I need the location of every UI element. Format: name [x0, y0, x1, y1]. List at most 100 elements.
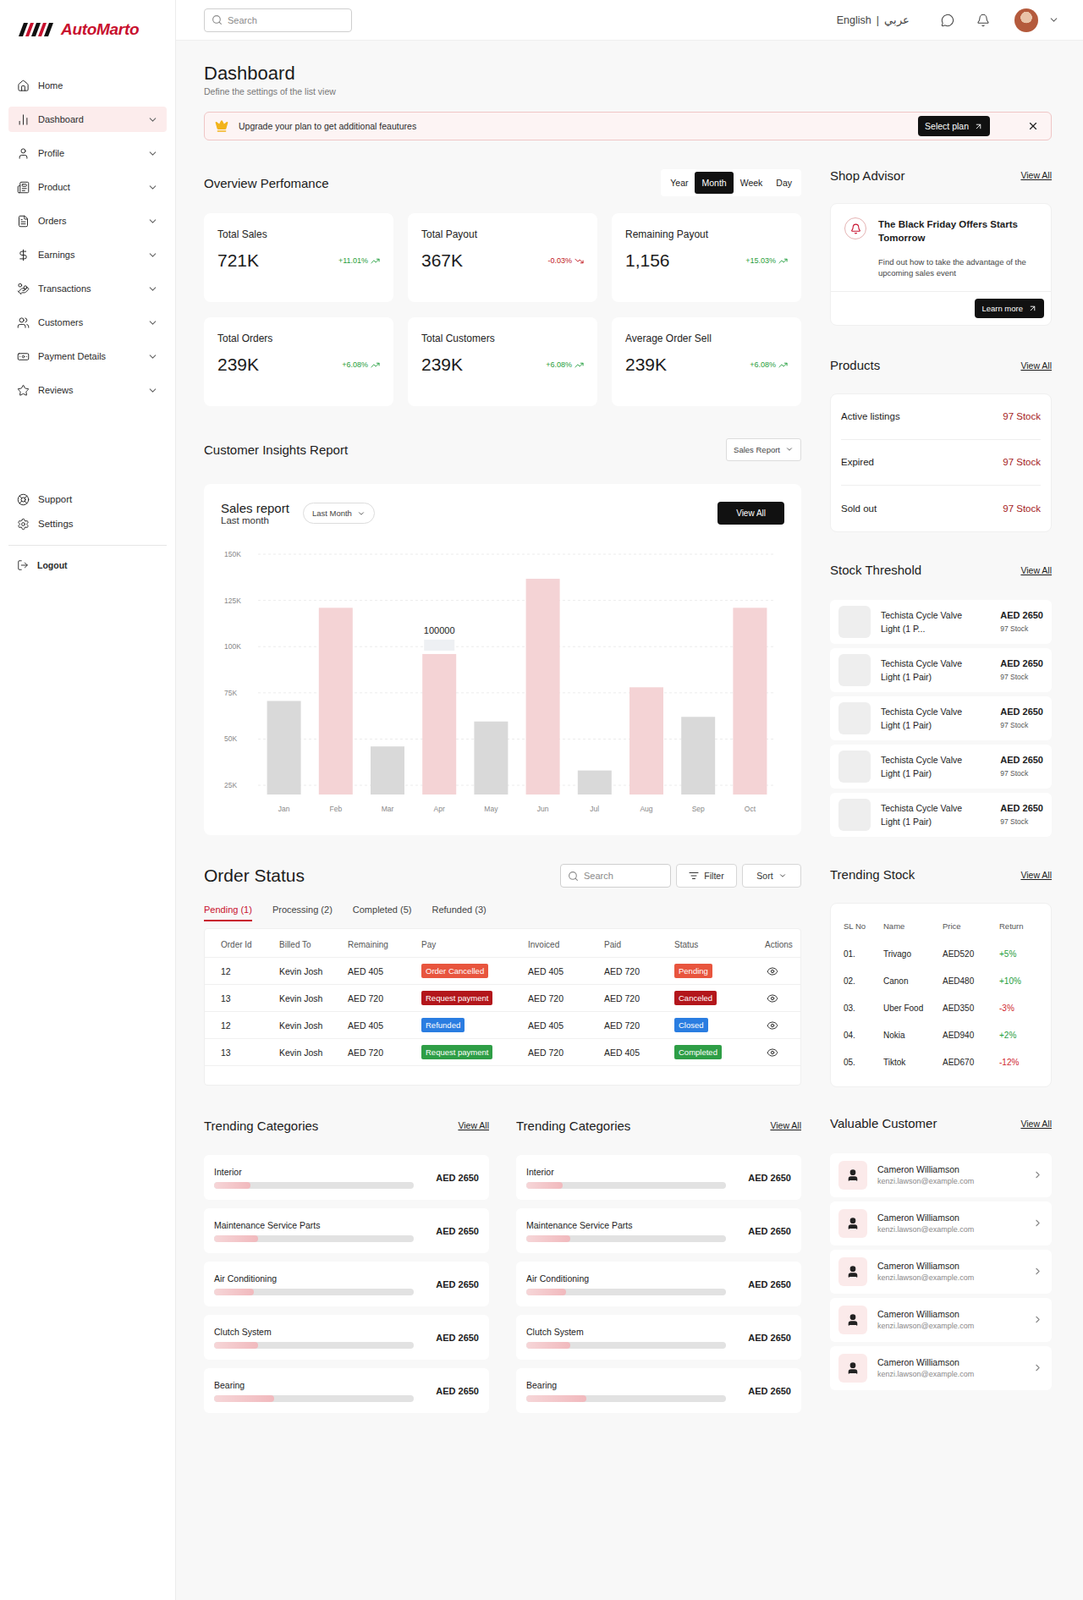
user-avatar[interactable]: [1014, 8, 1039, 33]
view-action[interactable]: [764, 1019, 801, 1032]
order-tab[interactable]: Completed (5): [352, 904, 413, 922]
category-card[interactable]: Air ConditioningAED 2650: [203, 1261, 490, 1307]
sidebar-item[interactable]: Orders: [8, 208, 167, 234]
category-card[interactable]: BearingAED 2650: [203, 1368, 490, 1413]
product-row[interactable]: Sold out97 Stock: [841, 485, 1041, 532]
close-button[interactable]: [1025, 118, 1041, 134]
sidebar-item[interactable]: Dashboard: [8, 106, 167, 132]
sidebar-item[interactable]: Earnings: [8, 241, 167, 268]
stock-item[interactable]: Techista Cycle Valve Light (1 P...AED 26…: [830, 599, 1052, 644]
table-row[interactable]: 12Kevin JoshAED 405Order CancelledAED 40…: [204, 957, 801, 985]
product-row-label: Active listings: [841, 411, 901, 422]
learn-more-button[interactable]: Learn more: [974, 298, 1045, 319]
category-card[interactable]: Clutch SystemAED 2650: [203, 1314, 490, 1360]
customer-item[interactable]: Cameron Williamsonkenzi.lawson@example.c…: [830, 1297, 1052, 1342]
table-row[interactable]: 04.NokiaAED940+2%: [830, 1022, 1051, 1050]
view-action[interactable]: [764, 992, 801, 1005]
category-card[interactable]: Maintenance Service PartsAED 2650: [203, 1208, 490, 1254]
messages-button[interactable]: [934, 7, 961, 33]
trending-stock-table: SL NoNamePriceReturn01.TrivagoAED520+5%0…: [830, 902, 1052, 1088]
category-card[interactable]: Air ConditioningAED 2650: [516, 1261, 802, 1307]
category-card[interactable]: InteriorAED 2650: [203, 1154, 490, 1200]
sidebar-item[interactable]: Home: [8, 72, 167, 99]
search-field[interactable]: Search: [203, 8, 352, 33]
select-plan-button[interactable]: Select plan: [918, 115, 990, 137]
sidebar-item[interactable]: Settings: [8, 513, 167, 534]
sort-button[interactable]: Sort: [742, 863, 802, 888]
period-tab[interactable]: Year: [663, 171, 695, 194]
chart-bar[interactable]: Jun: [526, 578, 561, 814]
period-tab[interactable]: Week: [733, 171, 770, 194]
table-row[interactable]: 12Kevin JoshAED 405RefundedAED 405AED 72…: [204, 1011, 801, 1040]
view-all-link[interactable]: View All: [1020, 565, 1052, 576]
stock-item[interactable]: Techista Cycle Valve Light (1 Pair)AED 2…: [830, 648, 1052, 693]
view-action[interactable]: [764, 965, 801, 978]
table-row[interactable]: 01.TrivagoAED520+5%: [830, 940, 1051, 968]
sidebar-item[interactable]: Support: [8, 489, 167, 510]
stock-item[interactable]: Techista Cycle Valve Light (1 Pair)AED 2…: [830, 792, 1052, 837]
product-row[interactable]: Active listings97 Stock: [841, 394, 1041, 440]
filter-button[interactable]: Filter: [676, 863, 737, 888]
chart-bar[interactable]: Sep: [681, 716, 715, 814]
stat-value: 239K: [217, 354, 259, 375]
customer-item[interactable]: Cameron Williamsonkenzi.lawson@example.c…: [830, 1346, 1052, 1391]
chart-bar[interactable]: Oct: [732, 607, 767, 814]
customer-info: Cameron Williamsonkenzi.lawson@example.c…: [877, 1164, 1023, 1186]
category-name: Interior: [526, 1166, 726, 1177]
view-action[interactable]: [764, 1046, 801, 1059]
category-progress-fill: [526, 1395, 587, 1402]
customer-item[interactable]: Cameron Williamsonkenzi.lawson@example.c…: [830, 1153, 1052, 1198]
category-card[interactable]: Clutch SystemAED 2650: [516, 1314, 802, 1360]
order-tab[interactable]: Processing (2): [272, 904, 333, 922]
stock-item[interactable]: Techista Cycle Valve Light (1 Pair)AED 2…: [830, 744, 1052, 789]
trend-up-icon: [370, 360, 380, 370]
category-card[interactable]: Maintenance Service PartsAED 2650: [516, 1208, 802, 1254]
chart-bar[interactable]: Apr100000: [422, 625, 457, 814]
product-row[interactable]: Expired97 Stock: [841, 439, 1041, 486]
language-switch[interactable]: English|عربي: [836, 13, 910, 27]
view-all-link[interactable]: View All: [1020, 1118, 1052, 1129]
sidebar-item[interactable]: Product: [8, 174, 167, 200]
sidebar-item[interactable]: Payment Details: [8, 343, 167, 369]
chart-bar[interactable]: Mar: [370, 746, 405, 814]
sidebar-item[interactable]: Transactions: [8, 275, 167, 302]
view-all-link[interactable]: View All: [1020, 869, 1052, 880]
table-row[interactable]: 13Kevin JoshAED 720Request paymentAED 72…: [204, 1039, 801, 1067]
order-search-field[interactable]: Search: [560, 863, 671, 888]
order-tab[interactable]: Pending (1): [203, 904, 253, 922]
notifications-button[interactable]: [970, 7, 996, 33]
sidebar-item[interactable]: Reviews: [8, 377, 167, 403]
logout-button[interactable]: Logout: [8, 559, 167, 572]
view-all-link[interactable]: View All: [457, 1120, 490, 1131]
period-tab[interactable]: Month: [694, 171, 733, 194]
category-card[interactable]: InteriorAED 2650: [516, 1154, 802, 1200]
view-all-link[interactable]: View All: [769, 1120, 802, 1131]
view-all-button[interactable]: View All: [717, 501, 785, 525]
report-dropdown[interactable]: Sales Report: [725, 438, 802, 462]
chevron-down-icon[interactable]: [1048, 14, 1060, 26]
table-row[interactable]: 13Kevin JoshAED 720Request paymentAED 72…: [204, 984, 801, 1012]
sidebar-item[interactable]: Profile: [8, 140, 167, 166]
order-tab[interactable]: Refunded (3): [432, 904, 487, 922]
chart-bar[interactable]: Aug: [629, 687, 664, 814]
table-row[interactable]: 03.Uber FoodAED350-3%: [830, 995, 1051, 1023]
chart-bar[interactable]: Jan: [267, 700, 302, 814]
chart-bar[interactable]: May: [473, 721, 508, 814]
customer-item[interactable]: Cameron Williamsonkenzi.lawson@example.c…: [830, 1249, 1052, 1294]
status-badge: Completed: [674, 1044, 722, 1060]
chart-bar[interactable]: Feb: [318, 607, 353, 814]
category-card[interactable]: BearingAED 2650: [516, 1368, 802, 1413]
view-all-link[interactable]: View All: [1020, 360, 1052, 371]
chart-bar[interactable]: Jul: [577, 770, 612, 814]
period-tab[interactable]: Day: [769, 171, 799, 194]
view-all-link[interactable]: View All: [1020, 170, 1052, 181]
stock-item[interactable]: Techista Cycle Valve Light (1 Pair)AED 2…: [830, 696, 1052, 741]
customer-item[interactable]: Cameron Williamsonkenzi.lawson@example.c…: [830, 1201, 1052, 1246]
logo[interactable]: AutoMarto: [8, 16, 167, 43]
table-row[interactable]: 05.TiktokAED670-12%: [830, 1049, 1051, 1077]
category-progress: [526, 1181, 726, 1189]
section-header: Customer Insights ReportSales Report: [203, 436, 802, 462]
table-row[interactable]: 02.CanonAED480+10%: [830, 967, 1051, 996]
range-dropdown[interactable]: Last Month: [302, 502, 375, 524]
sidebar-item[interactable]: Customers: [8, 309, 167, 336]
